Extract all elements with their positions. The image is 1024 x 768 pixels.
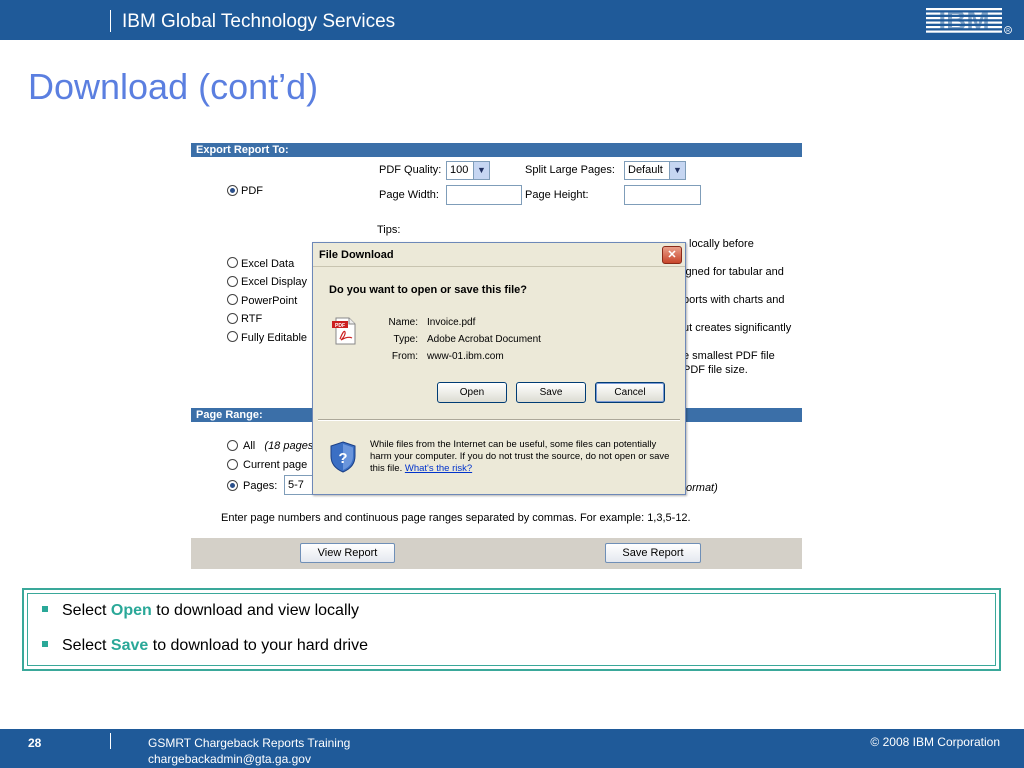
- security-shield-icon: ?: [330, 441, 356, 473]
- whats-the-risk-link[interactable]: What's the risk?: [405, 463, 472, 474]
- format-radio-pdf[interactable]: [227, 185, 238, 196]
- file-from-label: From:: [391, 351, 418, 362]
- close-icon: ✕: [667, 249, 677, 261]
- page-height-label: Page Height:: [525, 189, 589, 201]
- dialog-titlebar: File Download ✕: [313, 243, 685, 267]
- range-label-all: All (18 pages: [243, 440, 314, 452]
- range-radio-current[interactable]: [227, 459, 238, 470]
- open-button[interactable]: Open: [437, 382, 507, 403]
- page-width-label: Page Width:: [379, 189, 439, 201]
- file-name-label: Name:: [388, 317, 418, 328]
- pdf-quality-label: PDF Quality:: [379, 164, 442, 176]
- pdf-file-icon: PDF: [332, 317, 356, 345]
- page-number: 28: [28, 736, 42, 750]
- pdf-quality-select[interactable]: 100 ▼: [446, 161, 490, 180]
- svg-text:R: R: [1006, 28, 1010, 34]
- slide-footer: 28 GSMRT Chargeback Reports Training cha…: [0, 729, 1024, 768]
- bullet-square-icon: [42, 605, 48, 612]
- page-height-input[interactable]: [624, 185, 701, 205]
- tip-fragment: ut creates significantly: [683, 322, 792, 334]
- format-radio-rtf[interactable]: [227, 313, 238, 324]
- instructions-box: Select Open to download and view locally…: [22, 588, 1001, 671]
- tip-fragment: e smallest PDF file: [683, 350, 775, 362]
- tip-fragment: PDF file size.: [683, 364, 748, 376]
- dialog-divider: [318, 419, 680, 421]
- page-width-input[interactable]: [446, 185, 522, 205]
- chevron-down-icon: ▼: [473, 162, 489, 179]
- course-info: GSMRT Chargeback Reports Training charge…: [148, 735, 350, 767]
- tip-fragment: igned for tabular and: [683, 266, 784, 278]
- export-section-bar: Export Report To:: [191, 143, 802, 157]
- ibm-logo-text: IBM: [938, 5, 989, 36]
- slide-header: IBM Global Technology Services IBM R: [0, 0, 1024, 40]
- instruction-open: Select Open to download and view locally: [42, 602, 359, 620]
- range-format-fragment: ormat): [686, 482, 718, 494]
- chevron-down-icon: ▼: [669, 162, 685, 179]
- file-type-label: Type:: [393, 334, 418, 345]
- security-warning: While files from the Internet can be use…: [370, 439, 670, 474]
- page-range-hint: Enter page numbers and continuous page r…: [221, 512, 691, 524]
- tip-fragment: locally before: [689, 238, 754, 250]
- dialog-title: File Download: [319, 249, 394, 261]
- format-label-excel-data: Excel Data: [241, 258, 295, 270]
- page-range-input[interactable]: 5-7: [284, 475, 314, 495]
- format-radio-powerpoint[interactable]: [227, 294, 238, 305]
- split-pages-select[interactable]: Default ▼: [624, 161, 686, 180]
- range-label-pages: Pages:: [243, 480, 278, 492]
- range-radio-all[interactable]: [227, 440, 238, 451]
- format-radio-excel-data[interactable]: [227, 257, 238, 268]
- split-pages-label: Split Large Pages:: [525, 164, 615, 176]
- view-report-button[interactable]: View Report: [300, 543, 395, 563]
- copyright: © 2008 IBM Corporation: [870, 735, 1000, 749]
- format-radio-fully-editable[interactable]: [227, 331, 238, 342]
- range-label-current: Current page: [243, 459, 308, 471]
- header-separator: [110, 10, 111, 32]
- close-button[interactable]: ✕: [662, 246, 682, 264]
- instruction-save: Select Save to download to your hard dri…: [42, 637, 368, 655]
- svg-text:PDF: PDF: [335, 323, 345, 329]
- format-label-powerpoint: PowerPoint: [241, 295, 298, 307]
- ibm-logo: IBM R: [926, 5, 1012, 36]
- save-report-button[interactable]: Save Report: [605, 543, 701, 563]
- brand-name: IBM Global Technology Services: [122, 11, 396, 32]
- tip-fragment: ports with charts and: [683, 294, 785, 306]
- file-from-value: www-01.ibm.com: [427, 351, 504, 362]
- format-label-rtf: RTF: [241, 313, 263, 325]
- dialog-question: Do you want to open or save this file?: [329, 284, 528, 296]
- cancel-button[interactable]: Cancel: [595, 382, 665, 403]
- file-download-dialog: File Download ✕ Do you want to open or s…: [312, 242, 686, 495]
- format-label-fully-editable: Fully Editable: [241, 332, 308, 344]
- bullet-square-icon: [42, 640, 48, 647]
- svg-text:?: ?: [338, 450, 347, 467]
- format-label-pdf: PDF: [241, 185, 263, 197]
- course-title: GSMRT Chargeback Reports Training: [148, 736, 351, 750]
- range-radio-pages[interactable]: [227, 480, 238, 491]
- file-type-value: Adobe Acrobat Document: [427, 334, 541, 345]
- tips-label: Tips:: [377, 224, 401, 236]
- slide-title: Download (cont’d): [28, 66, 319, 107]
- format-label-excel-display: Excel Display: [241, 276, 308, 288]
- file-name-value: Invoice.pdf: [427, 317, 476, 328]
- contact-email: chargebackadmin@gta.ga.gov: [148, 752, 311, 766]
- save-button[interactable]: Save: [516, 382, 586, 403]
- format-radio-excel-display[interactable]: [227, 276, 238, 287]
- report-button-bar: View Report Save Report: [191, 538, 802, 569]
- footer-separator: [110, 733, 111, 749]
